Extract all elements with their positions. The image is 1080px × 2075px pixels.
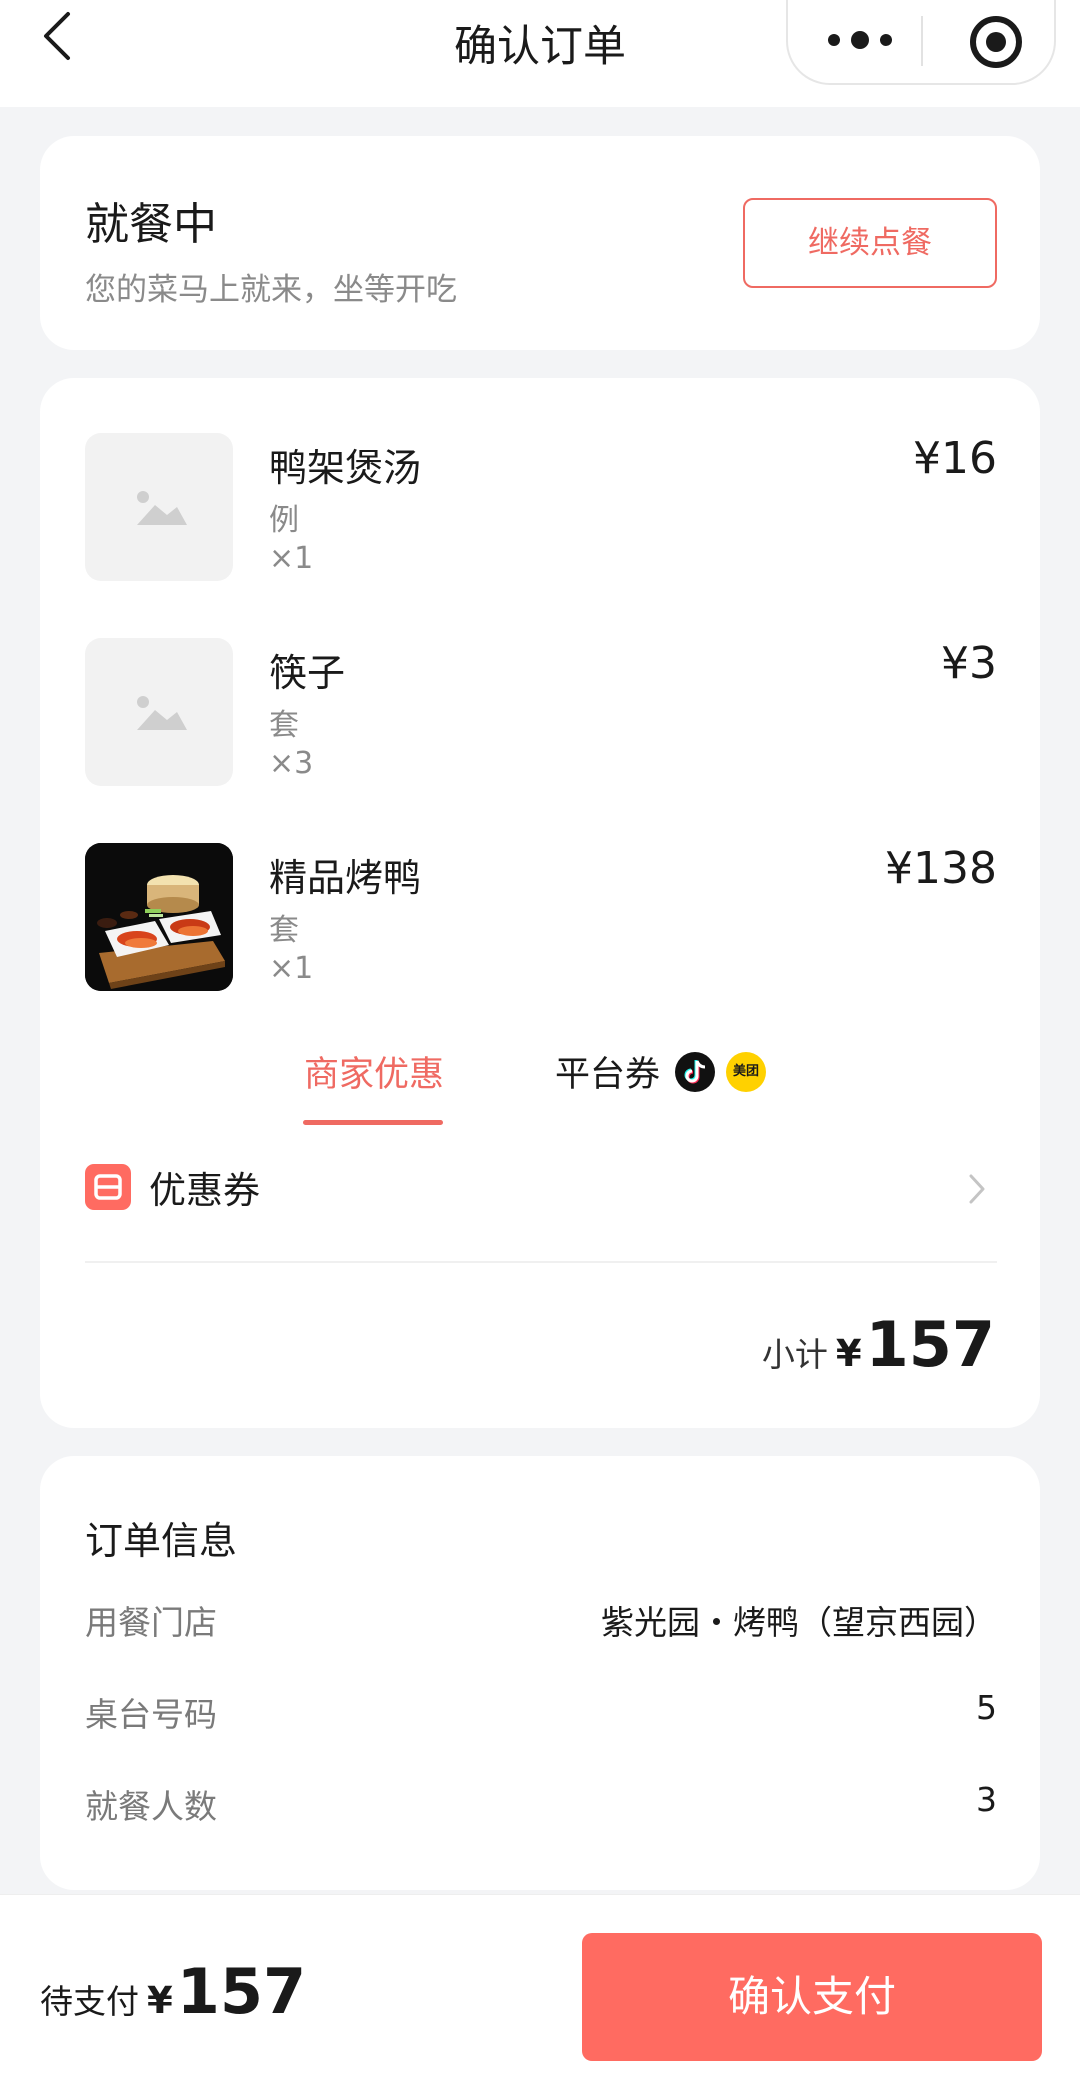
item-price: ¥16: [913, 433, 997, 484]
coupon-icon: [85, 1164, 131, 1210]
mini-program-capsule: [786, 0, 1056, 85]
info-value: 紫光园・烤鸭（望京西园）: [601, 1603, 997, 1642]
item-unit: 套: [269, 708, 299, 743]
pending-amount: 157: [176, 1955, 307, 2028]
tab-platform-coupon[interactable]: 平台券: [555, 1046, 660, 1097]
capsule-divider: [921, 16, 923, 66]
info-row-table: 桌台号码 5: [85, 1688, 997, 1738]
douyin-icon: [675, 1052, 715, 1092]
order-info-card: 订单信息 用餐门店 紫光园・烤鸭（望京西园） 桌台号码 5 就餐人数 3: [40, 1456, 1040, 1890]
item-quantity: ×1: [269, 951, 314, 986]
active-tab-indicator: [303, 1120, 443, 1125]
subtotal-amount: 157: [865, 1308, 995, 1381]
continue-ordering-button[interactable]: 继续点餐: [743, 198, 997, 288]
info-value: 5: [976, 1688, 997, 1727]
item-name: 精品烤鸭: [269, 856, 422, 900]
info-label: 桌台号码: [85, 1695, 217, 1734]
more-dots-icon[interactable]: [824, 22, 896, 58]
discount-tabs: 商家优惠 平台券 美团: [40, 1046, 1040, 1126]
pending-label: 待支付: [40, 1982, 139, 2021]
item-unit: 例: [269, 503, 299, 538]
order-info-title: 订单信息: [85, 1519, 238, 1563]
subtotal-label: 小计: [761, 1335, 828, 1374]
info-label: 就餐人数: [85, 1787, 217, 1826]
target-circle-icon[interactable]: [968, 14, 1024, 70]
placeholder-image-icon: [137, 491, 187, 525]
status-subtitle: 您的菜马上就来，坐等开吃: [85, 272, 457, 308]
dining-status-card: 就餐中 您的菜马上就来，坐等开吃 继续点餐: [40, 136, 1040, 350]
meituan-icon: 美团: [726, 1052, 766, 1092]
top-bar: 确认订单: [0, 0, 1080, 107]
item-thumbnail: [85, 638, 233, 786]
order-items-card: 鸭架煲汤 例 ×1 ¥16 筷子 套 ×3 ¥3 精品烤鸭 套 ×1 ¥138 …: [40, 378, 1040, 1428]
roast-duck-photo: [85, 843, 233, 991]
coupon-row[interactable]: 优惠券: [85, 1158, 997, 1238]
item-quantity: ×1: [269, 541, 314, 576]
placeholder-image-icon: [137, 696, 187, 730]
chevron-right-icon: [969, 1174, 985, 1204]
item-quantity: ×3: [269, 746, 314, 781]
bottom-pay-bar: 待支付 ¥157 确认支付: [0, 1894, 1080, 2075]
item-name: 筷子: [269, 651, 346, 695]
item-unit: 套: [269, 913, 299, 948]
list-item: 鸭架煲汤 例 ×1 ¥16: [85, 433, 997, 583]
confirm-pay-button[interactable]: 确认支付: [582, 1933, 1042, 2061]
item-price: ¥3: [941, 638, 997, 689]
tab-merchant-discount[interactable]: 商家优惠: [304, 1046, 444, 1097]
list-item: 筷子 套 ×3 ¥3: [85, 638, 997, 788]
item-thumbnail: [85, 433, 233, 581]
pending-payment: 待支付 ¥157: [40, 1955, 306, 2028]
item-price: ¥138: [885, 843, 997, 894]
subtotal-currency: ¥: [835, 1332, 862, 1375]
item-thumbnail: [85, 843, 233, 991]
pending-currency: ¥: [147, 1979, 173, 2022]
list-item: 精品烤鸭 套 ×1 ¥138: [85, 843, 997, 993]
info-row-store: 用餐门店 紫光园・烤鸭（望京西园）: [85, 1596, 997, 1646]
info-label: 用餐门店: [85, 1603, 217, 1642]
item-name: 鸭架煲汤: [269, 446, 422, 490]
coupon-label: 优惠券: [149, 1169, 260, 1212]
info-value: 3: [976, 1780, 997, 1819]
subtotal: 小计 ¥157: [762, 1308, 995, 1388]
status-title: 就餐中: [85, 199, 217, 250]
divider: [85, 1261, 997, 1263]
info-row-guests: 就餐人数 3: [85, 1780, 997, 1830]
